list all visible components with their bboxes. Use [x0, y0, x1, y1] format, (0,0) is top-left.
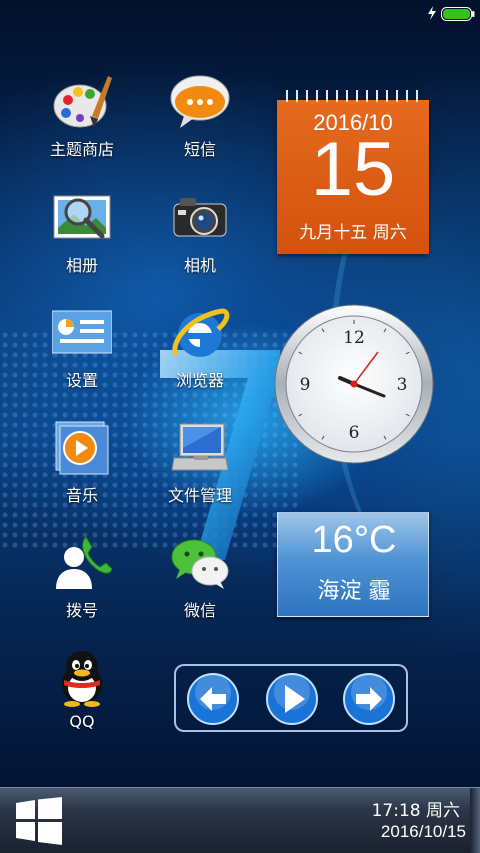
- calendar-day: 15: [310, 127, 396, 212]
- app-file-manager[interactable]: 文件管理: [148, 418, 248, 518]
- weather-widget[interactable]: 16°C 海淀 霾: [277, 512, 429, 617]
- taskbar-edge: [470, 788, 480, 853]
- calendar-lunar-date: 九月十五 周六: [299, 223, 407, 243]
- taskbar: 17:18 周六 2016/10/15: [0, 787, 480, 853]
- weather-location-condition: 海淀 霾: [317, 579, 391, 604]
- app-gallery[interactable]: 相册: [30, 188, 130, 288]
- app-label: 相机: [183, 256, 216, 275]
- internet-explorer-icon: [172, 308, 230, 357]
- previous-arrow-icon[interactable]: [186, 672, 240, 726]
- computer-folder-icon: [171, 423, 229, 471]
- app-label: 拨号: [65, 601, 98, 620]
- chat-bubble-icon: [170, 75, 230, 128]
- calendar-widget[interactable]: 2016/10 15 九月十五 周六: [277, 86, 429, 254]
- windows-logo-icon[interactable]: [14, 797, 64, 845]
- palette-icon: [53, 76, 112, 128]
- app-settings[interactable]: 设置: [30, 303, 130, 403]
- app-theme-store[interactable]: 主题商店: [30, 72, 130, 172]
- wechat-icon: [171, 539, 229, 589]
- app-label: 音乐: [65, 486, 98, 505]
- app-wechat[interactable]: 微信: [148, 533, 248, 633]
- app-camera[interactable]: 相机: [148, 188, 248, 288]
- app-dialer[interactable]: 拨号: [30, 533, 130, 633]
- calendar-page: 2016/10 15 九月十五 周六: [277, 100, 429, 254]
- status-bar: [0, 0, 480, 26]
- app-qq[interactable]: QQ: [30, 648, 130, 748]
- app-label: 文件管理: [167, 486, 232, 505]
- app-music[interactable]: 音乐: [30, 418, 130, 518]
- phone-contact-icon: [56, 536, 112, 589]
- app-label: 短信: [183, 140, 216, 159]
- app-label: 微信: [183, 601, 216, 620]
- app-label: 浏览器: [175, 371, 224, 390]
- battery-full-icon: [441, 7, 475, 21]
- app-label: 主题商店: [49, 140, 114, 159]
- app-messages[interactable]: 短信: [148, 72, 248, 172]
- analog-clock-widget[interactable]: 12 3 6 9: [274, 304, 434, 464]
- app-label: QQ: [69, 712, 95, 731]
- taskbar-time: 17:18 周六: [371, 801, 460, 821]
- next-arrow-icon[interactable]: [342, 672, 396, 726]
- camera-icon: [173, 198, 227, 237]
- play-icon[interactable]: [265, 672, 319, 726]
- app-browser[interactable]: 浏览器: [148, 303, 248, 403]
- taskbar-date: 2016/10/15: [380, 822, 466, 841]
- weather-temperature: 16°C: [311, 519, 397, 561]
- music-play-icon: [55, 421, 109, 475]
- settings-panel-icon: [52, 310, 112, 354]
- qq-penguin-icon: [62, 651, 102, 707]
- lightning-icon: [428, 6, 436, 20]
- clock-numeral-12: 12: [343, 328, 365, 348]
- photo-magnifier-icon: [53, 195, 111, 239]
- clock-numeral-9: 9: [300, 375, 311, 395]
- app-label: 设置: [65, 371, 98, 390]
- app-label: 相册: [65, 256, 98, 275]
- media-control-widget: [174, 664, 408, 732]
- clock-numeral-3: 3: [397, 375, 408, 395]
- clock-numeral-6: 6: [349, 423, 360, 443]
- calendar-binding-rings: [286, 90, 418, 102]
